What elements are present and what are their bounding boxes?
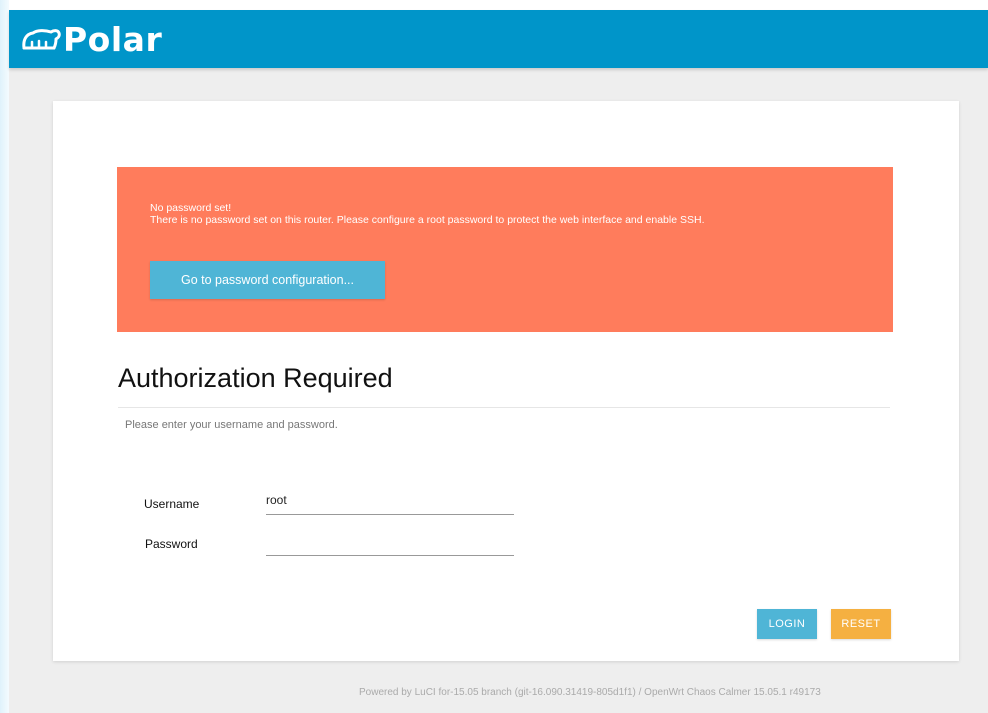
header-bar: Polar <box>9 10 988 68</box>
login-card: No password set! There is no password se… <box>53 101 959 661</box>
reset-button[interactable]: RESET <box>831 609 891 639</box>
password-config-button[interactable]: Go to password configuration... <box>150 261 385 299</box>
password-label: Password <box>145 537 198 551</box>
username-label: Username <box>144 497 200 511</box>
logo[interactable]: Polar <box>21 19 163 59</box>
logo-text: Polar <box>63 19 163 59</box>
username-field[interactable] <box>266 489 514 515</box>
page: Polar No password set! There is no passw… <box>9 10 988 713</box>
title-divider <box>118 407 890 408</box>
alert-title: No password set! <box>150 202 232 214</box>
footer-text: Powered by LuCI for-15.05 branch (git-16… <box>359 687 821 698</box>
polar-bear-icon <box>21 26 61 52</box>
alert-message: There is no password set on this router.… <box>150 214 705 226</box>
left-edge-strip <box>0 0 9 713</box>
no-password-alert: No password set! There is no password se… <box>117 167 893 332</box>
password-field[interactable] <box>266 530 514 556</box>
page-title: Authorization Required <box>118 363 393 393</box>
alert-text: No password set! There is no password se… <box>150 202 704 226</box>
login-button[interactable]: LOGIN <box>757 609 817 639</box>
login-instructions: Please enter your username and password. <box>125 419 338 431</box>
